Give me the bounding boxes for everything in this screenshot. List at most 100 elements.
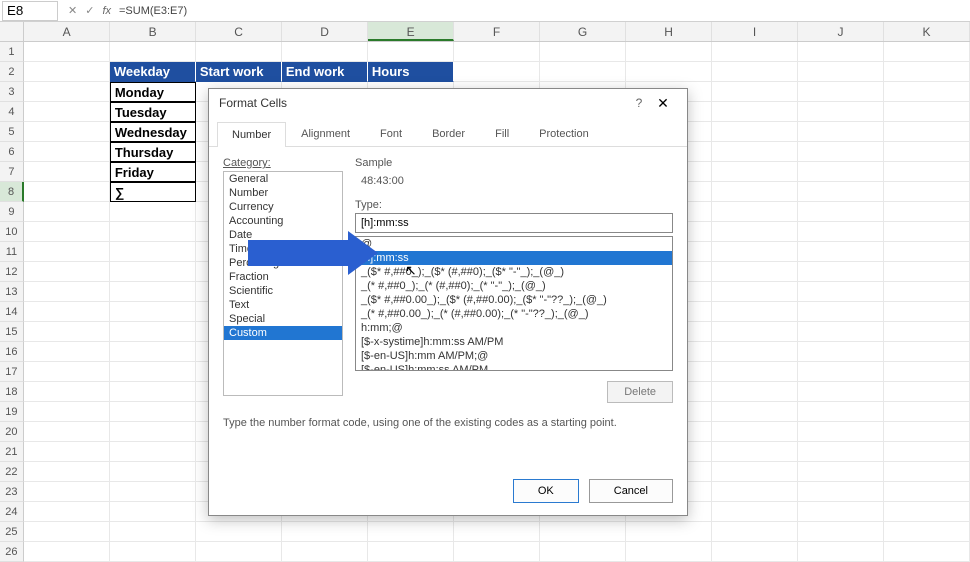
cell[interactable] [110,342,196,362]
cell[interactable] [24,542,110,562]
cell[interactable] [24,502,110,522]
column-header[interactable]: A [24,22,110,41]
enter-fx-icon[interactable]: ✓ [85,4,94,17]
cell[interactable] [454,62,540,82]
cell[interactable] [24,362,110,382]
cell[interactable] [798,342,884,362]
cell[interactable] [712,162,798,182]
category-item[interactable]: Accounting [224,214,342,228]
row-header[interactable]: 18 [0,382,24,402]
cell[interactable] [798,142,884,162]
cell[interactable] [110,42,196,62]
cell[interactable] [798,202,884,222]
row-header[interactable]: 12 [0,262,24,282]
column-header[interactable]: D [282,22,368,41]
row-header[interactable]: 16 [0,342,24,362]
select-all-corner[interactable] [0,22,24,41]
cell[interactable] [712,62,798,82]
type-item[interactable]: _(* #,##0_);_(* (#,##0);_(* "-"_);_(@_) [356,279,672,293]
cell[interactable] [110,402,196,422]
cell[interactable] [712,142,798,162]
type-item[interactable]: [$-en-US]h:mm:ss AM/PM [356,363,672,371]
cell[interactable] [798,122,884,142]
cell[interactable] [884,82,970,102]
type-item[interactable]: [$-x-systime]h:mm:ss AM/PM [356,335,672,349]
cell[interactable] [712,342,798,362]
cell[interactable] [884,142,970,162]
cell[interactable]: Weekday [110,62,196,82]
row-header[interactable]: 15 [0,322,24,342]
type-item[interactable]: @ [356,237,672,251]
type-item[interactable]: [$-en-US]h:mm AM/PM;@ [356,349,672,363]
cell[interactable] [712,322,798,342]
cell[interactable] [884,222,970,242]
category-item[interactable]: Custom [224,326,342,340]
row-header[interactable]: 5 [0,122,24,142]
cell[interactable] [626,42,712,62]
cell[interactable] [712,522,798,542]
category-item[interactable]: Number [224,186,342,200]
cell[interactable] [626,542,712,562]
cell[interactable] [798,502,884,522]
cell[interactable] [24,202,110,222]
cell[interactable] [798,462,884,482]
cell[interactable] [24,462,110,482]
cell[interactable] [798,242,884,262]
row-header[interactable]: 2 [0,62,24,82]
cell[interactable] [798,382,884,402]
cell[interactable] [798,182,884,202]
dialog-titlebar[interactable]: Format Cells ? ✕ [209,89,687,117]
cell[interactable] [540,42,626,62]
cell[interactable] [110,502,196,522]
category-item[interactable]: Fraction [224,270,342,284]
cell[interactable]: Thursday [110,142,196,162]
cell[interactable] [110,302,196,322]
cell[interactable] [540,542,626,562]
cell[interactable] [712,362,798,382]
cell[interactable] [368,522,454,542]
cell[interactable] [282,42,368,62]
cell[interactable] [24,142,110,162]
cell[interactable] [110,422,196,442]
tab-number[interactable]: Number [217,122,286,147]
cell[interactable] [712,482,798,502]
column-header[interactable]: F [454,22,540,41]
cell[interactable] [24,402,110,422]
category-item[interactable]: Special [224,312,342,326]
cancel-fx-icon[interactable]: ✕ [68,4,77,17]
cell[interactable] [712,422,798,442]
tab-font[interactable]: Font [365,121,417,146]
cancel-button[interactable]: Cancel [589,479,673,503]
cell[interactable] [24,222,110,242]
row-header[interactable]: 23 [0,482,24,502]
cell[interactable] [884,522,970,542]
cell[interactable] [884,242,970,262]
name-box[interactable] [2,1,58,21]
cell[interactable] [24,102,110,122]
cell[interactable] [110,542,196,562]
cell[interactable] [884,542,970,562]
column-header[interactable]: E [368,22,454,41]
cell[interactable] [798,42,884,62]
cell[interactable] [24,122,110,142]
cell[interactable] [24,242,110,262]
cell[interactable]: Wednesday [110,122,196,142]
row-header[interactable]: 22 [0,462,24,482]
cell[interactable] [110,362,196,382]
cell[interactable] [712,302,798,322]
cell[interactable] [712,122,798,142]
cell[interactable] [110,462,196,482]
cell[interactable] [110,262,196,282]
cell[interactable] [110,282,196,302]
cell[interactable] [282,522,368,542]
cell[interactable] [884,162,970,182]
tab-border[interactable]: Border [417,121,480,146]
row-header[interactable]: 10 [0,222,24,242]
row-header[interactable]: 13 [0,282,24,302]
cell[interactable] [884,462,970,482]
cell[interactable]: Tuesday [110,102,196,122]
cell[interactable] [798,262,884,282]
column-header[interactable]: G [540,22,626,41]
cell[interactable] [712,182,798,202]
cell[interactable] [712,202,798,222]
